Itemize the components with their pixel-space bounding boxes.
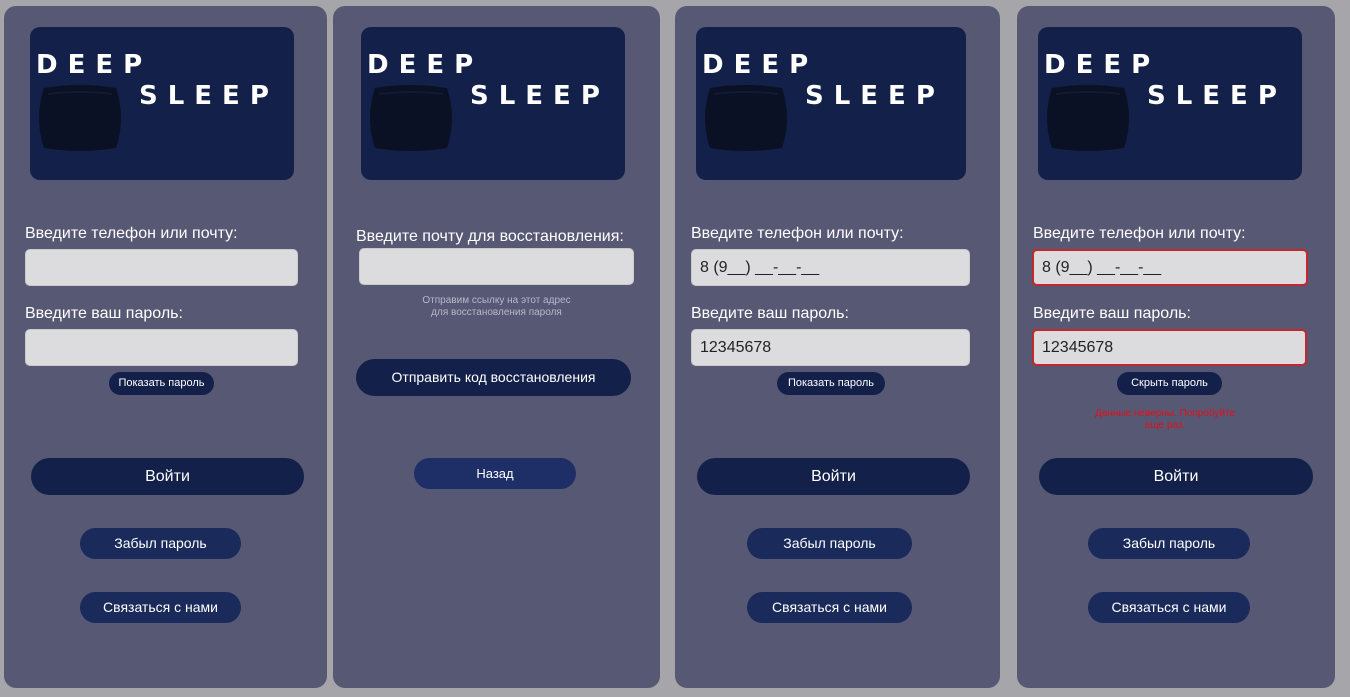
login-label: Введите телефон или почту: (25, 225, 238, 242)
password-input[interactable]: 12345678 (1032, 329, 1307, 366)
contact-us-button[interactable]: Связаться с нами (747, 592, 912, 623)
deep-sleep-logo: DEEP SLEEP (1038, 27, 1302, 180)
logo-word-sleep: SLEEP (805, 81, 945, 111)
logo-word-deep: DEEP (36, 50, 153, 80)
pillow-icon (370, 85, 452, 151)
pillow-icon (705, 85, 787, 151)
login-label: Введите телефон или почту: (691, 225, 904, 242)
login-button[interactable]: Войти (31, 458, 304, 495)
logo-word-deep: DEEP (702, 50, 819, 80)
password-label: Введите ваш пароль: (1033, 305, 1191, 322)
recovery-hint-line1: Отправим ссылку на этот адрес (422, 295, 571, 306)
logo-word-deep: DEEP (1044, 50, 1161, 80)
login-label: Введите телефон или почту: (1033, 225, 1246, 242)
contact-us-button[interactable]: Связаться с нами (1088, 592, 1250, 623)
recovery-hint-line2: для восстановления пароля (431, 307, 562, 318)
contact-us-button[interactable]: Связаться с нами (80, 592, 241, 623)
pillow-icon (39, 85, 121, 151)
deep-sleep-logo: DEEP SLEEP (696, 27, 966, 180)
deep-sleep-logo: DEEP SLEEP (30, 27, 294, 180)
recovery-screen: DEEP SLEEP Введите почту для восстановле… (333, 6, 660, 688)
hide-password-button[interactable]: Скрыть пароль (1117, 372, 1222, 395)
error-message: Данные неверны. Попробуйте еще раз. (1075, 408, 1255, 432)
password-input[interactable]: 12345678 (691, 329, 970, 366)
password-label: Введите ваш пароль: (691, 305, 849, 322)
error-message-line2: еще раз. (1144, 420, 1186, 431)
login-input[interactable] (25, 249, 298, 286)
pillow-icon (1047, 85, 1129, 151)
password-label: Введите ваш пароль: (25, 305, 183, 322)
login-button[interactable]: Войти (697, 458, 970, 495)
login-input[interactable]: 8 (9__) __-__-__ (691, 249, 970, 286)
back-button[interactable]: Назад (414, 458, 576, 489)
recovery-email-label: Введите почту для восстановления: (356, 228, 624, 245)
login-input[interactable]: 8 (9__) __-__-__ (1032, 249, 1308, 286)
logo-word-sleep: SLEEP (1147, 81, 1287, 111)
show-password-button[interactable]: Показать пароль (109, 372, 214, 395)
error-message-line1: Данные неверны. Попробуйте (1095, 408, 1235, 419)
send-recovery-code-button[interactable]: Отправить код восстановления (356, 359, 631, 396)
recovery-hint: Отправим ссылку на этот адрес для восста… (359, 295, 634, 319)
logo-word-sleep: SLEEP (470, 81, 610, 111)
forgot-password-button[interactable]: Забыл пароль (1088, 528, 1250, 559)
forgot-password-button[interactable]: Забыл пароль (80, 528, 241, 559)
deep-sleep-logo: DEEP SLEEP (361, 27, 625, 180)
login-button[interactable]: Войти (1039, 458, 1313, 495)
login-screen-empty: DEEP SLEEP Введите телефон или почту: Вв… (4, 6, 327, 688)
forgot-password-button[interactable]: Забыл пароль (747, 528, 912, 559)
login-screen-error: DEEP SLEEP Введите телефон или почту: 8 … (1017, 6, 1335, 688)
logo-word-deep: DEEP (367, 50, 484, 80)
login-screen-filled: DEEP SLEEP Введите телефон или почту: 8 … (675, 6, 1000, 688)
recovery-email-input[interactable] (359, 248, 634, 285)
password-input[interactable] (25, 329, 298, 366)
show-password-button[interactable]: Показать пароль (777, 372, 885, 395)
logo-word-sleep: SLEEP (139, 81, 279, 111)
